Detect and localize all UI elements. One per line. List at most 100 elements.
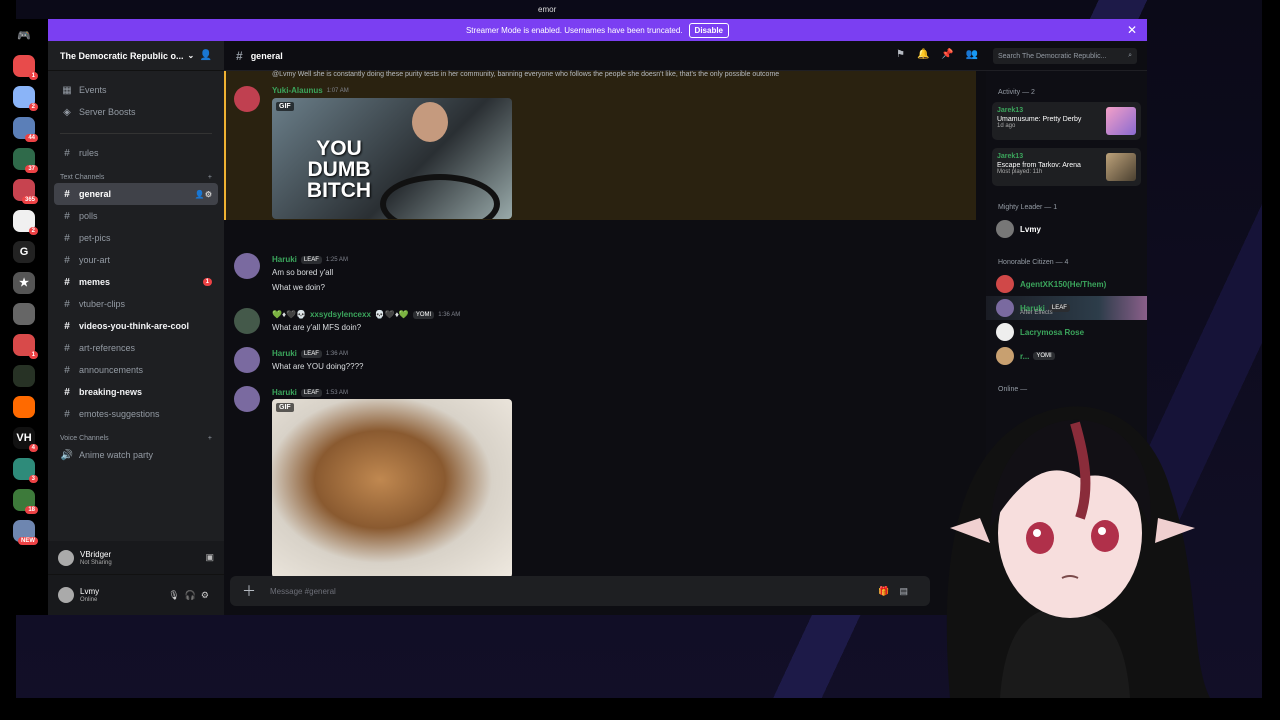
channel-label: art-references bbox=[79, 343, 136, 353]
add-attachment-icon[interactable]: ＋ bbox=[242, 581, 256, 601]
channel-emotes-suggestions[interactable]: # emotes-suggestions bbox=[54, 403, 218, 425]
gif-embed[interactable]: GIF YOU DUMB BITCH bbox=[272, 98, 512, 219]
mic-headset-settings-icons[interactable]: 🎙🎧⚙ bbox=[168, 590, 214, 601]
vbridger-name: VBridger bbox=[80, 549, 112, 559]
hash-icon: # bbox=[64, 210, 70, 222]
member-item[interactable]: r... YOMI bbox=[986, 344, 1147, 368]
avatar[interactable] bbox=[234, 308, 260, 334]
avatar[interactable] bbox=[234, 86, 260, 112]
invite-icon[interactable]: 👤 bbox=[200, 50, 212, 61]
user-status: Online bbox=[80, 597, 98, 603]
avatar[interactable] bbox=[234, 386, 260, 412]
channel-rules[interactable]: # rules bbox=[54, 142, 218, 164]
message-meta: Haruki LEAF 1:36 AM bbox=[272, 349, 348, 358]
search-placeholder: Search The Democratic Republic... bbox=[998, 52, 1107, 60]
gif-embed[interactable]: GIF bbox=[272, 399, 512, 578]
server-boosts-item[interactable]: ◈ Server Boosts bbox=[54, 101, 218, 123]
text-channels-label: Text Channels bbox=[60, 174, 105, 181]
channel-vtuber-clips[interactable]: # vtuber-clips bbox=[54, 293, 218, 315]
member-item[interactable]: Haruki LEAF After Effects bbox=[986, 296, 1147, 320]
server-icon[interactable]: 18 bbox=[13, 489, 38, 514]
header-tool-icons[interactable]: ⚑🔔📌👥 bbox=[896, 49, 990, 60]
unread-badge: 1 bbox=[202, 278, 212, 286]
timestamp: 1:07 AM bbox=[326, 87, 349, 94]
hash-icon: # bbox=[64, 386, 70, 398]
avatar[interactable] bbox=[234, 347, 260, 373]
channel-memes[interactable]: # memes 1 bbox=[54, 271, 218, 293]
avatar bbox=[996, 323, 1014, 341]
server-icon[interactable]: 37 bbox=[13, 148, 38, 173]
message-input[interactable]: Message #general bbox=[270, 587, 336, 596]
channel-general[interactable]: # general 👤⚙ bbox=[54, 183, 218, 205]
channel-pet-pics[interactable]: # pet-pics bbox=[54, 227, 218, 249]
author-name[interactable]: Haruki bbox=[272, 255, 297, 264]
server-icon[interactable] bbox=[13, 365, 35, 387]
server-icon[interactable]: 3 bbox=[13, 458, 38, 483]
discord-logo-icon[interactable]: 🎮 bbox=[9, 25, 39, 47]
timestamp: 1:36 AM bbox=[325, 350, 348, 357]
server-icon[interactable]: VH 4 bbox=[13, 427, 38, 452]
message-line: What we doin? bbox=[272, 283, 325, 292]
avatar[interactable] bbox=[58, 587, 74, 603]
channel-label: videos-you-think-are-cool bbox=[79, 321, 190, 331]
server-icon[interactable] bbox=[13, 396, 35, 418]
author-name[interactable]: Haruki bbox=[272, 388, 297, 397]
add-voice-icon[interactable]: + bbox=[208, 435, 212, 442]
unread-badge: 2 bbox=[28, 103, 38, 111]
author-name[interactable]: Yuki-Alaunus bbox=[272, 86, 323, 95]
member-item[interactable]: AgentXK150(He/Them) bbox=[986, 272, 1147, 296]
channel-settings-icon[interactable]: 👤⚙ bbox=[195, 190, 212, 199]
member-item[interactable]: Lacrymosa Rose bbox=[986, 320, 1147, 344]
message-line: Am so bored y'all bbox=[272, 268, 334, 277]
user-panel: VBridger Not Sharing ▣ Lvmy Online 🎙🎧⚙ bbox=[48, 541, 224, 615]
game-thumbnail bbox=[1106, 153, 1136, 181]
server-header[interactable]: The Democratic Republic o... ⌄ 👤 bbox=[48, 41, 224, 71]
voice-channels-category[interactable]: Voice Channels + bbox=[60, 435, 212, 442]
reply-preview[interactable]: @Lvmy Well she is constantly doing these… bbox=[272, 71, 779, 78]
server-boosts-label: Server Boosts bbox=[79, 107, 136, 117]
server-icon[interactable]: 1 bbox=[13, 334, 38, 359]
hash-icon: # bbox=[64, 188, 70, 200]
disable-button[interactable]: Disable bbox=[688, 22, 730, 38]
chat-area: # general @Lvmy Well she is constantly d… bbox=[224, 41, 986, 615]
activity-card[interactable]: Jarek13 Escape from Tarkov: Arena Most p… bbox=[992, 148, 1141, 186]
server-icon[interactable]: 1 bbox=[13, 55, 38, 80]
message-body: Am so bored y'all What we doin? bbox=[272, 265, 333, 295]
activity-card[interactable]: Jarek13 Umamusume: Pretty Derby 1d ago bbox=[992, 102, 1141, 140]
voice-channel-anime[interactable]: 🔊 Anime watch party bbox=[54, 444, 218, 466]
screen-share-icon[interactable]: ▣ bbox=[205, 552, 214, 563]
server-icon[interactable]: G bbox=[13, 241, 35, 263]
close-icon[interactable]: ✕ bbox=[1127, 23, 1137, 37]
add-channel-icon[interactable]: + bbox=[208, 174, 212, 181]
channel-polls[interactable]: # polls bbox=[54, 205, 218, 227]
events-item[interactable]: ▦ Events bbox=[54, 79, 218, 101]
channel-videos-you-think-are-cool[interactable]: # videos-you-think-are-cool bbox=[54, 315, 218, 337]
channel-art-references[interactable]: # art-references bbox=[54, 337, 218, 359]
server-icon[interactable]: 44 bbox=[13, 117, 38, 142]
channel-announcements[interactable]: # announcements bbox=[54, 359, 218, 381]
server-icon[interactable]: 2 bbox=[13, 86, 38, 111]
hash-icon: # bbox=[64, 320, 70, 332]
message-composer[interactable]: ＋ Message #general 🎁▤ bbox=[230, 576, 930, 606]
server-icon[interactable]: ★ bbox=[13, 272, 35, 294]
channel-label: polls bbox=[79, 211, 98, 221]
channel-label: announcements bbox=[79, 365, 144, 375]
search-input[interactable]: Search The Democratic Republic... ⌕ bbox=[993, 48, 1137, 64]
server-icon[interactable] bbox=[13, 303, 35, 325]
channel-breaking-news[interactable]: # breaking-news bbox=[54, 381, 218, 403]
author-name[interactable]: xxsydsylencexx bbox=[310, 310, 371, 319]
banner-text: Streamer Mode is enabled. Usernames have… bbox=[465, 25, 683, 35]
server-icon[interactable]: 365 bbox=[13, 179, 38, 204]
text-channels-category[interactable]: Text Channels + bbox=[60, 174, 212, 181]
role-tag: YOMI bbox=[412, 310, 435, 319]
avatar[interactable] bbox=[234, 253, 260, 279]
unread-badge: 4 bbox=[28, 444, 38, 452]
channel-your-art[interactable]: # your-art bbox=[54, 249, 218, 271]
server-icon[interactable]: 2 bbox=[13, 210, 38, 235]
server-icon[interactable]: NEW bbox=[13, 520, 38, 545]
server-initials: ★ bbox=[19, 277, 29, 289]
channel-label: breaking-news bbox=[79, 387, 143, 397]
vbridger-status: Not Sharing bbox=[80, 559, 112, 566]
member-item[interactable]: Lvmy bbox=[986, 217, 1147, 241]
author-name[interactable]: Haruki bbox=[272, 349, 297, 358]
